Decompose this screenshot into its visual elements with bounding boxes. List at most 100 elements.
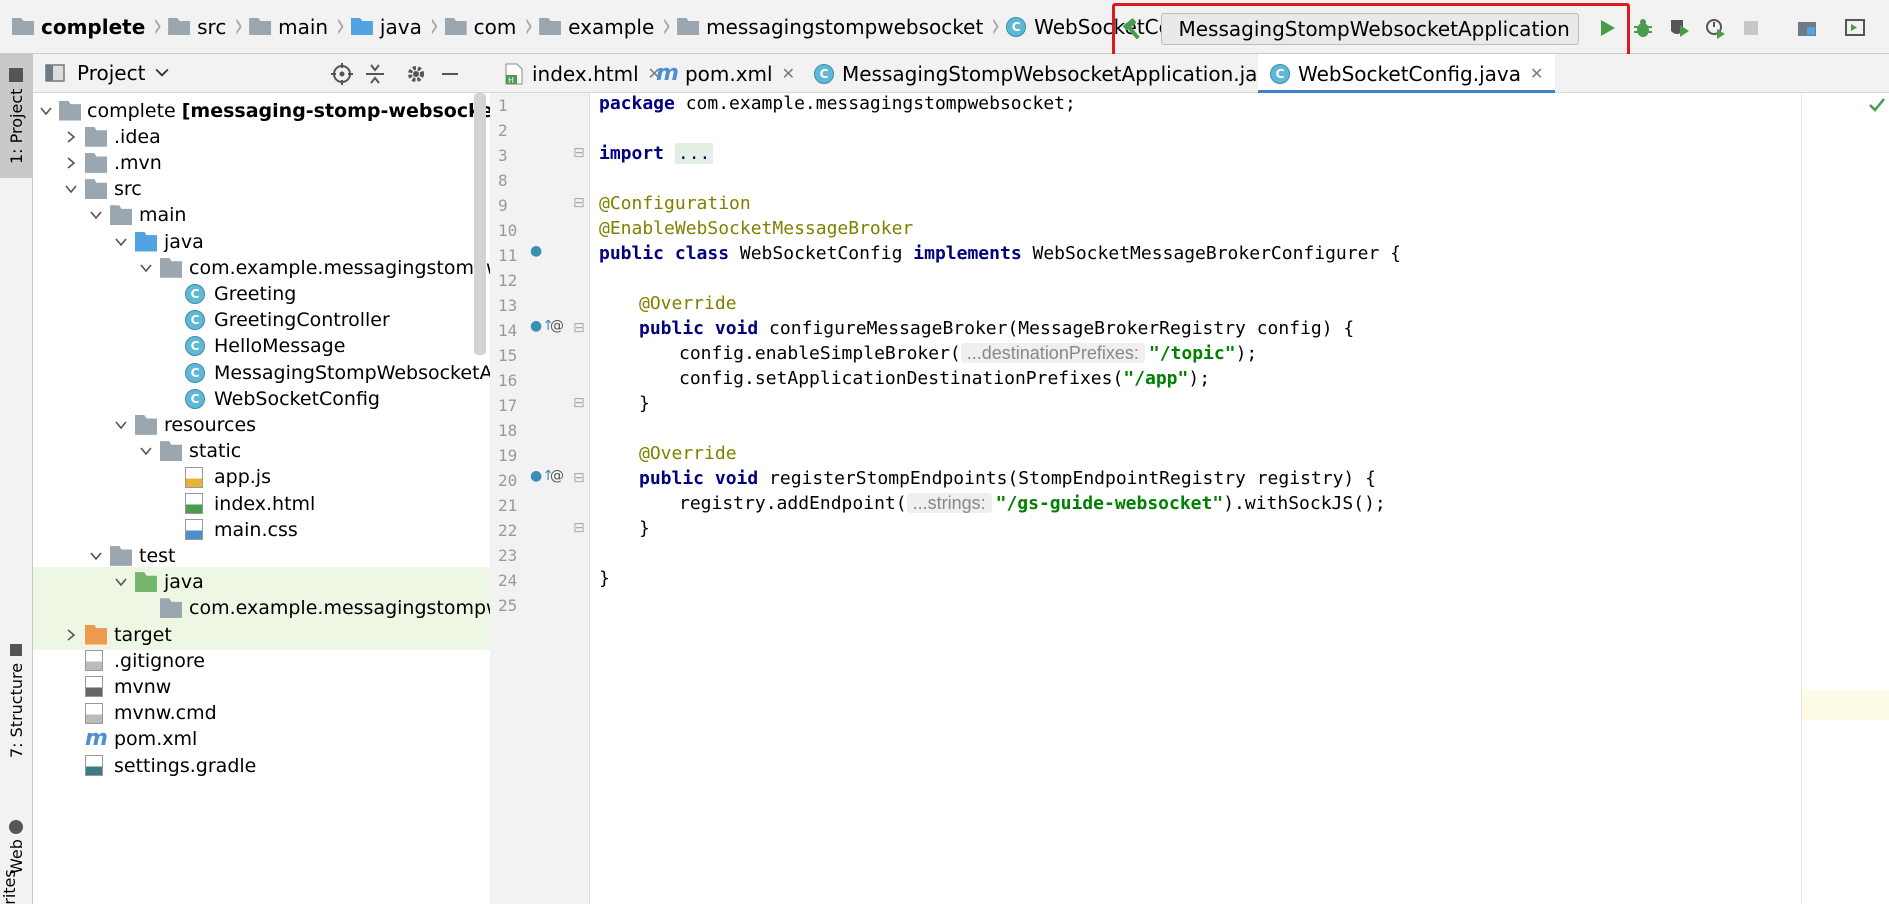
chevron-down-icon[interactable] (114, 235, 128, 249)
code-text: registry.addEndpoint( (679, 493, 907, 514)
chevron-down-icon[interactable] (139, 261, 153, 275)
collapse-all-icon[interactable] (363, 62, 387, 86)
breadcrumb-src[interactable]: src › (162, 0, 243, 54)
code-editor[interactable]: package com.example.messagingstompwebsoc… (591, 93, 1801, 904)
breadcrumb-java[interactable]: java › (345, 0, 439, 54)
line-number: 13 (498, 296, 518, 315)
run-anything-button[interactable] (1841, 14, 1869, 42)
tree-item-label: src (114, 178, 142, 201)
code-line-21: registry.addEndpoint(...strings: "/gs-gui… (679, 493, 1386, 514)
chevron-right-icon[interactable] (64, 130, 78, 144)
parameter-hint: ...strings: (906, 493, 992, 513)
fold-marker-icon[interactable]: ⊟ (573, 145, 585, 161)
close-icon[interactable]: ✕ (782, 64, 795, 83)
fold-marker-icon[interactable]: ⊟ (573, 520, 585, 536)
folded-imports[interactable]: ... (674, 143, 714, 164)
chevron-down-icon[interactable] (114, 418, 128, 432)
package-icon (160, 598, 182, 619)
line-number: 23 (498, 546, 518, 565)
breadcrumb-main[interactable]: main › (243, 0, 345, 54)
tree-item-label: pom.xml (114, 728, 198, 751)
tab-index-html[interactable]: H index.html ✕ (504, 54, 661, 93)
js-file-icon (185, 466, 203, 488)
html-file-icon (185, 493, 203, 514)
tab-pom-xml[interactable]: m pom.xml ✕ (656, 54, 795, 93)
breadcrumb-label: messagingstompwebsocket (706, 14, 984, 39)
breadcrumb-example[interactable]: example › (533, 0, 671, 54)
minimize-icon[interactable] (438, 62, 462, 86)
line-number: 8 (498, 171, 508, 190)
chevron-down-icon[interactable] (39, 104, 53, 118)
code-text: com.example.messagingstompwebsocket; (674, 93, 1076, 114)
breadcrumb-complete[interactable]: complete › (0, 0, 162, 54)
breadcrumb-com[interactable]: com › (439, 0, 534, 54)
tab-messagingstompwebsocketapplication[interactable]: C MessagingStompWebsocketApplication.jav… (814, 54, 1304, 93)
fold-marker-icon[interactable]: ⊟ (573, 470, 585, 486)
at-annotation-icon[interactable]: @ (550, 318, 564, 334)
code-line-11: public class WebSocketConfig implements … (599, 243, 1401, 264)
chevron-right-icon[interactable] (64, 628, 78, 642)
run-with-coverage-button[interactable] (1665, 14, 1693, 42)
project-panel-title[interactable]: Project (77, 61, 145, 85)
tree-item-label: resources (164, 413, 257, 436)
left-tool-strip: 1: Project 7: Structure Web vorites (0, 54, 33, 904)
bug-icon (1634, 19, 1652, 37)
editor-gutter: 1 2 3 8 9 10 11 12 13 14 15 16 17 18 19 20 21 22 23 24 25 ● ●↑… (490, 93, 590, 904)
line-number: 22 (498, 521, 518, 540)
tool-window-tab-structure[interactable]: 7: Structure (0, 616, 33, 786)
chevron-down-icon[interactable] (89, 208, 103, 222)
code-line-24: } (599, 568, 610, 589)
code-line-9: @Configuration (599, 193, 751, 214)
keyword: package (599, 93, 675, 114)
chevron-down-icon[interactable] (139, 444, 153, 458)
class-icon: C (185, 336, 205, 357)
fold-marker-icon[interactable]: ⊟ (573, 195, 585, 211)
class-icon: C (1270, 63, 1290, 84)
gear-icon[interactable] (404, 62, 428, 86)
close-icon[interactable]: ✕ (1530, 64, 1543, 83)
locate-file-icon[interactable] (330, 62, 354, 86)
chevron-down-icon[interactable] (114, 575, 128, 589)
chevron-down-icon[interactable] (89, 549, 103, 563)
tab-websocketconfig[interactable]: C WebSocketConfig.java ✕ (1258, 54, 1556, 94)
excluded-folder-icon (85, 624, 107, 645)
run-button[interactable] (1593, 14, 1621, 42)
html-file-icon: H (505, 63, 523, 85)
string-literal: "/gs-guide-websocket" (995, 493, 1224, 514)
project-structure-icon (1798, 22, 1816, 36)
chevron-right-icon: › (336, 6, 345, 47)
fold-marker-icon[interactable]: ⊟ (573, 320, 585, 336)
chevron-down-icon[interactable] (64, 182, 78, 196)
chevron-right-icon[interactable] (64, 156, 78, 170)
class-icon: C (185, 388, 205, 409)
fold-marker-icon[interactable]: ⊟ (573, 395, 585, 411)
profile-button[interactable] (1701, 14, 1729, 42)
stop-button[interactable] (1737, 14, 1765, 42)
spring-bean-gutter-icon[interactable]: ● (530, 243, 542, 259)
root-module: [messaging-stomp-websocket] (181, 99, 490, 122)
project-tree-scrollbar[interactable] (474, 93, 486, 355)
line-number: 19 (498, 446, 518, 465)
build-hammer-icon[interactable] (1120, 14, 1148, 42)
run-configuration-label: MessagingStompWebsocketApplication (1178, 17, 1570, 41)
inspection-ok-icon[interactable] (1868, 96, 1886, 114)
line-number: 3 (498, 146, 508, 165)
run-configuration-dropdown[interactable]: MessagingStompWebsocketApplication (1161, 13, 1579, 45)
project-structure-button[interactable] (1793, 14, 1821, 42)
tab-label: index.html (532, 61, 639, 86)
tool-window-tab-favorites[interactable]: vorites (0, 870, 33, 904)
chevron-right-icon: › (991, 6, 1001, 47)
debug-button[interactable] (1629, 14, 1657, 42)
code-text: config.setApplicationDestinationPrefixes… (679, 368, 1124, 389)
at-annotation-icon[interactable]: @ (550, 468, 564, 484)
keyword: public void (639, 318, 759, 339)
class-icon: C (185, 310, 205, 331)
breadcrumb-messagingstompwebsocket[interactable]: messagingstompwebsocket › (671, 0, 1000, 54)
gradle-file-icon (85, 755, 103, 776)
chevron-right-icon: › (524, 6, 534, 47)
breadcrumb-label: complete (41, 14, 146, 39)
tree-item[interactable]: settings.gradle (33, 750, 490, 781)
code-text: WebSocketConfig (729, 243, 914, 264)
tool-window-tab-project[interactable]: 1: Project (0, 54, 33, 178)
chevron-down-icon[interactable] (155, 66, 169, 80)
